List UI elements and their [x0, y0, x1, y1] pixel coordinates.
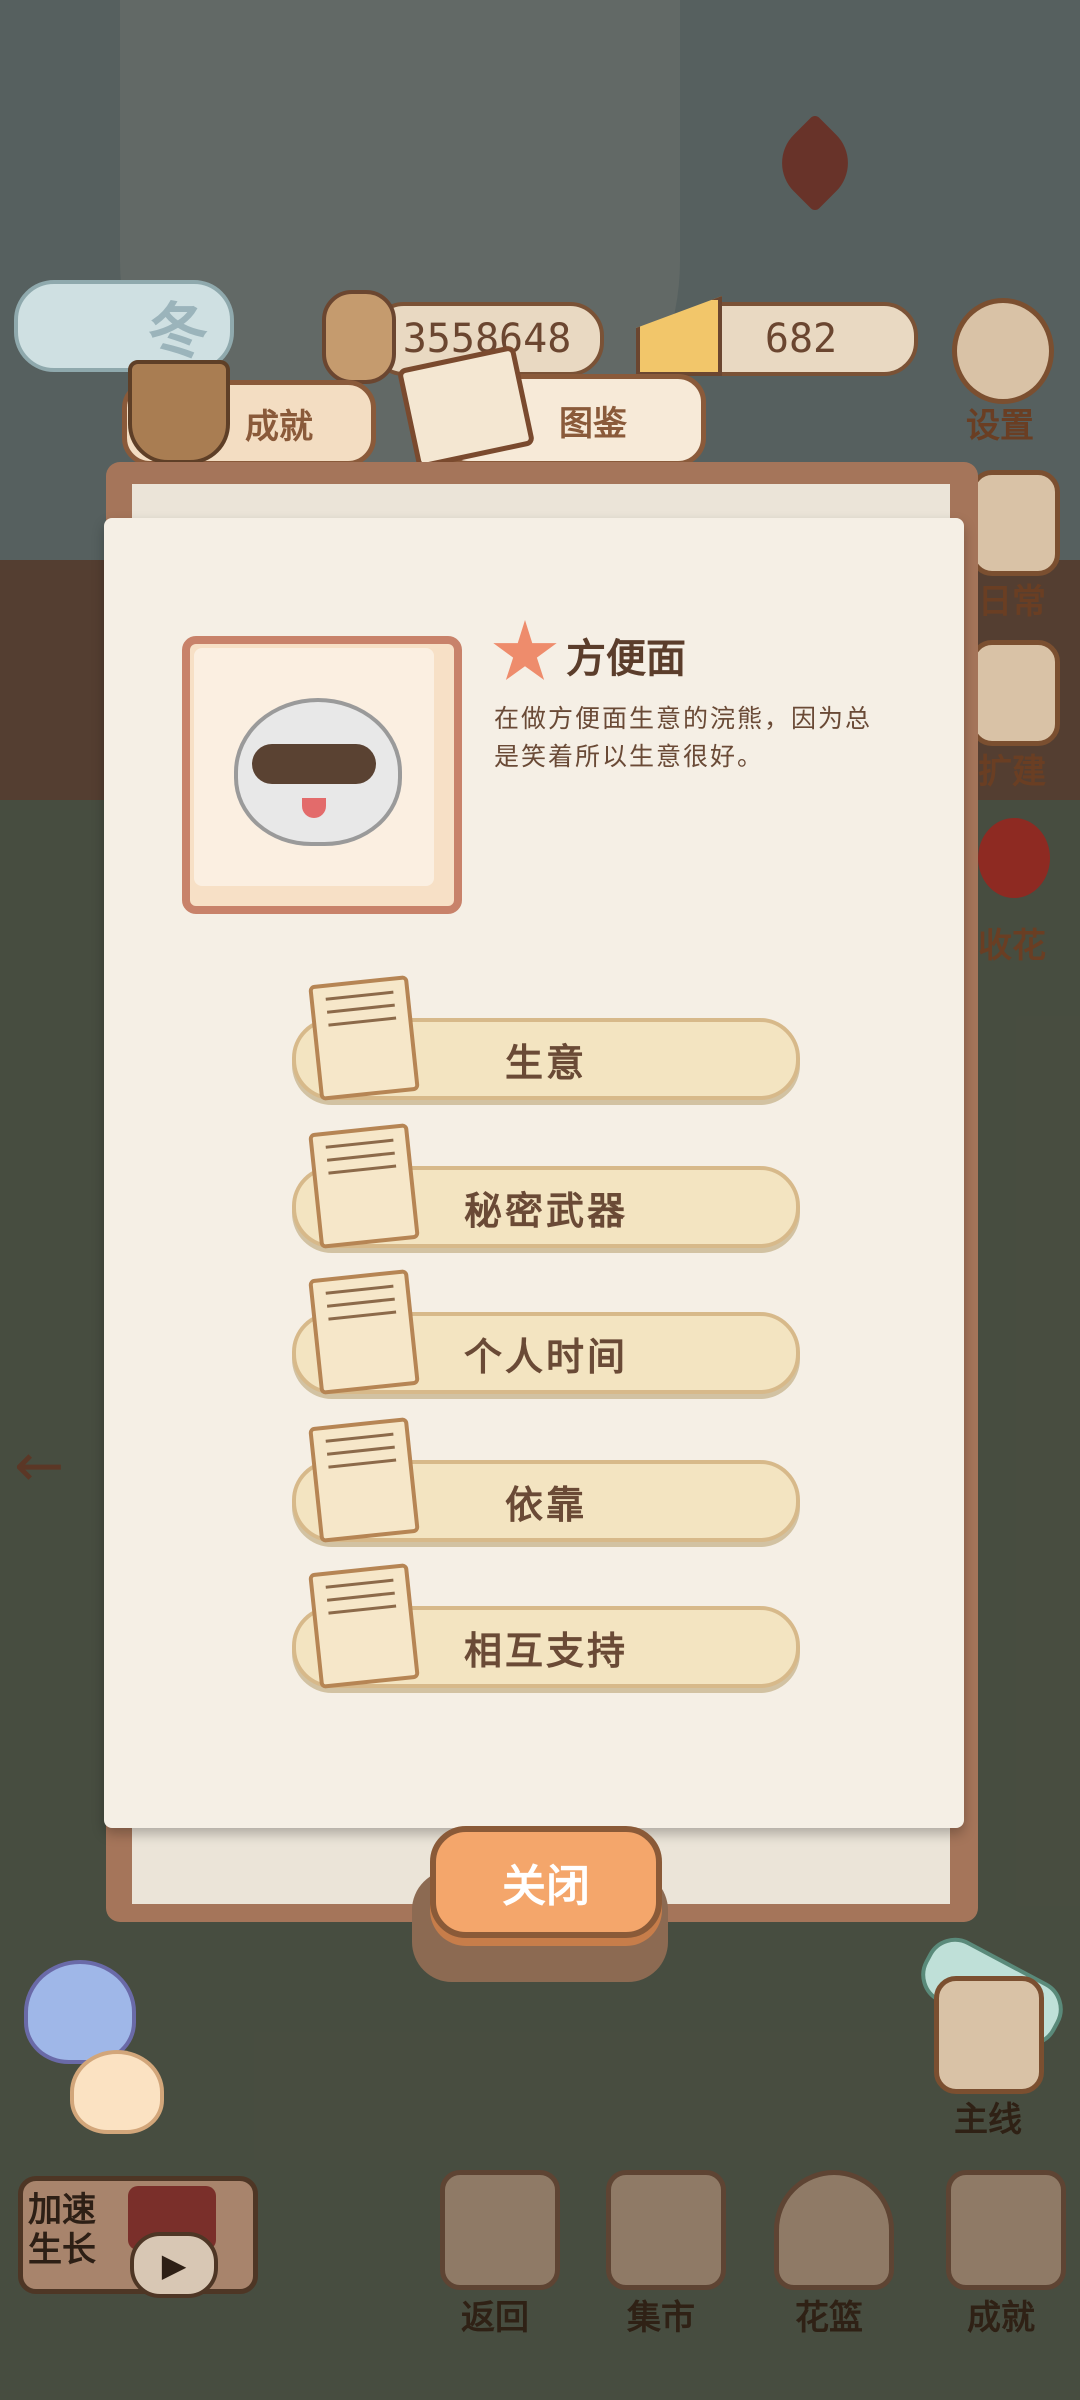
entry-mutual-support-label: 相互支持 [463, 1628, 628, 1673]
bottom-nav-flower-basket[interactable]: 花篮 [754, 2290, 904, 2339]
tab-encyclopedia-label: 图鉴 [559, 403, 627, 444]
trophy-icon [128, 360, 230, 464]
rose-icon[interactable] [978, 818, 1050, 898]
bottom-nav-achievements[interactable]: 成就 [926, 2290, 1076, 2339]
entry-reliance-label: 依靠 [504, 1482, 587, 1527]
close-button-label: 关闭 [502, 1861, 590, 1912]
close-button[interactable]: 关闭 [430, 1826, 662, 1938]
bottom-nav-market[interactable]: 集市 [586, 2290, 736, 2339]
note-icon [308, 1123, 420, 1249]
butterfly-icon [70, 2050, 164, 2134]
character-name: 方便面 [566, 636, 686, 682]
note-icon [308, 1417, 420, 1543]
note-icon [308, 1563, 420, 1689]
market-stall-icon[interactable] [606, 2170, 726, 2290]
entry-personal-time-label: 个人时间 [463, 1334, 628, 1379]
settings-gear-icon[interactable] [952, 298, 1054, 404]
main-quest-label[interactable]: 主线 [928, 2092, 1048, 2141]
raccoon-head-icon [234, 698, 402, 846]
entry-business-label: 生意 [504, 1040, 587, 1085]
settings-label[interactable]: 设置 [940, 398, 1060, 447]
season-label: 冬 [148, 296, 208, 367]
bottom-nav-return[interactable]: 返回 [420, 2290, 570, 2339]
raccoon-mask [252, 744, 376, 784]
note-icon [308, 1269, 420, 1395]
raccoon-mouth [302, 798, 326, 818]
expand-icon[interactable] [970, 640, 1060, 746]
raccoon-portrait [194, 648, 434, 886]
tab-achievements-label: 成就 [245, 406, 313, 447]
season-badge: 冬 [14, 280, 234, 372]
play-icon: ▶ [130, 2232, 218, 2298]
speed-up-label: 加速生长 [28, 2190, 96, 2270]
note-icon [308, 975, 420, 1101]
entry-secret-weapon-label: 秘密武器 [463, 1188, 628, 1233]
butterfly-icon [24, 1960, 136, 2064]
return-door-icon[interactable] [440, 2170, 560, 2290]
cheese-value: 682 [764, 316, 838, 362]
daily-icon[interactable] [970, 470, 1060, 576]
main-quest-icon[interactable] [934, 1976, 1044, 2094]
fish-bone-icon [322, 290, 396, 384]
character-description: 在做方便面生意的浣熊，因为总是笑着所以生意很好。 [494, 704, 873, 771]
flower-basket-icon[interactable] [774, 2170, 894, 2290]
achievement-trophy-icon[interactable] [946, 2170, 1066, 2290]
